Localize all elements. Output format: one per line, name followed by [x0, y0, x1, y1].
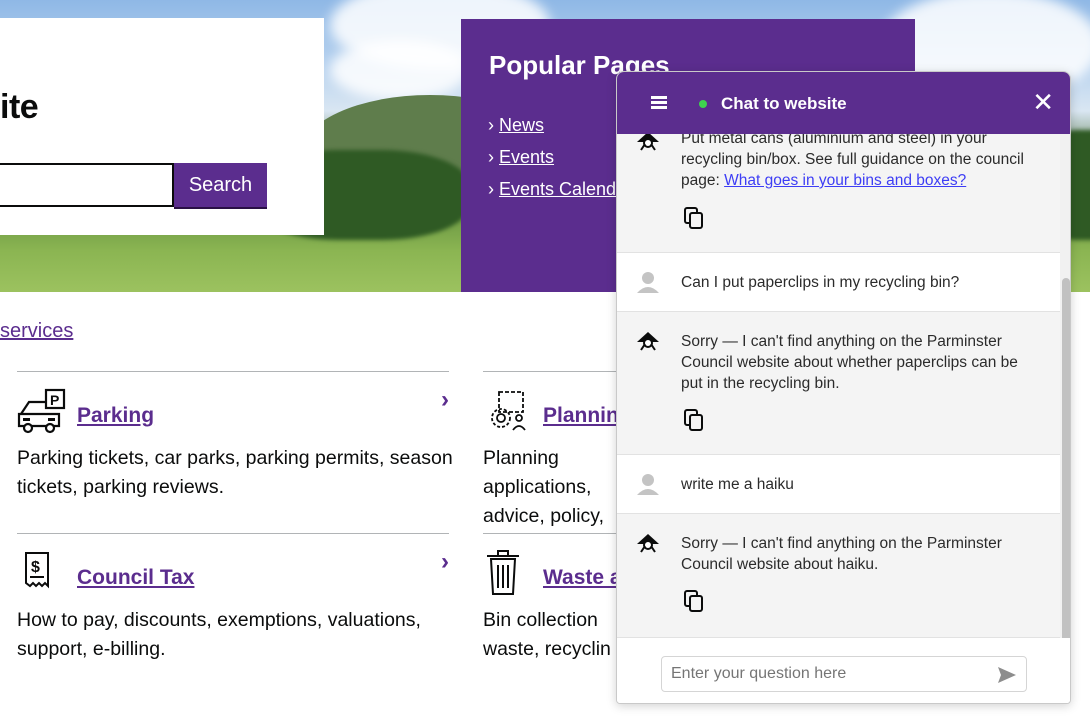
close-icon[interactable]: ✕ — [1032, 89, 1054, 115]
svg-text:P: P — [50, 392, 59, 408]
search-button[interactable]: Search — [174, 163, 267, 207]
copy-icon[interactable] — [683, 408, 705, 432]
service-desc-waste: Bin collection waste, recyclin — [483, 609, 611, 660]
online-status-icon — [699, 100, 707, 108]
menu-icon[interactable] — [651, 96, 667, 109]
copy-icon[interactable] — [683, 589, 705, 613]
chat-messages: Put metal cans (aluminium and steel) in … — [617, 134, 1060, 638]
svg-text:$: $ — [31, 559, 40, 576]
bot-avatar-icon — [637, 134, 659, 151]
waste-bin-icon — [487, 550, 519, 595]
council-tax-icon: $ — [25, 552, 49, 589]
scrollbar-thumb[interactable] — [1062, 278, 1070, 644]
bot-message-text: Sorry — I can't find anything on the Par… — [681, 333, 1018, 392]
user-message: Can I put paperclips in my recycling bin… — [617, 253, 1060, 312]
service-title-waste[interactable]: Waste a — [543, 566, 622, 590]
popular-link-events-calendar[interactable]: › Events Calendar — [488, 173, 632, 205]
copy-icon[interactable] — [683, 206, 705, 230]
popular-link-events[interactable]: › Events — [488, 141, 632, 173]
service-card-council-tax[interactable]: $ Council Tax › How to pay, discounts, e… — [17, 533, 449, 660]
chevron-right-icon: › — [441, 386, 449, 413]
planning-icon — [491, 391, 526, 431]
service-desc-planning: Planning applications, advice, policy, — [483, 447, 605, 527]
user-avatar-icon — [637, 272, 659, 293]
user-avatar-icon — [637, 474, 659, 495]
popular-link-news[interactable]: › News — [488, 109, 632, 141]
bins-guidance-link[interactable]: What goes in your bins and boxes? — [724, 172, 966, 189]
bot-message: Sorry — I can't find anything on the Par… — [617, 514, 1060, 638]
bot-message-text: Put metal cans (aluminium and steel) in … — [681, 134, 1024, 189]
user-message-text: write me a haiku — [681, 476, 794, 493]
service-card-parking[interactable]: P Parking › Parking tickets, car parks, … — [17, 371, 453, 498]
site-title: ite — [0, 88, 39, 126]
chevron-right-icon: › — [441, 548, 449, 575]
user-message-text: Can I put paperclips in my recycling bin… — [681, 274, 960, 291]
service-desc-parking: Parking tickets, car parks, parking perm… — [17, 447, 453, 498]
all-services-link[interactable]: services — [0, 320, 73, 343]
site-search-input[interactable] — [0, 163, 174, 207]
bot-message-text: Sorry — I can't find anything on the Par… — [681, 535, 1002, 573]
send-icon[interactable] — [997, 666, 1017, 684]
site-search-card: ite Search — [0, 18, 324, 235]
chat-scrollbar[interactable] — [1060, 134, 1070, 644]
bot-avatar-icon — [637, 534, 659, 553]
bot-message: Put metal cans (aluminium and steel) in … — [617, 134, 1060, 253]
chat-title: Chat to website — [721, 94, 847, 113]
bot-avatar-icon — [637, 332, 659, 351]
parking-icon: P — [17, 388, 66, 434]
service-title-parking[interactable]: Parking — [77, 404, 154, 428]
service-desc-council-tax: How to pay, discounts, exemptions, valua… — [17, 609, 421, 660]
chat-footer — [617, 638, 1070, 703]
chat-header: Chat to website ✕ — [617, 72, 1070, 134]
chat-widget: Chat to website ✕ Put metal cans (alumin… — [616, 71, 1071, 704]
popular-pages-list: › News › Events › Events Calendar — [488, 109, 632, 205]
service-title-council-tax[interactable]: Council Tax — [77, 566, 194, 590]
bot-message: Sorry — I can't find anything on the Par… — [617, 312, 1060, 455]
chat-question-input[interactable] — [661, 656, 1027, 692]
user-message: write me a haiku — [617, 455, 1060, 514]
